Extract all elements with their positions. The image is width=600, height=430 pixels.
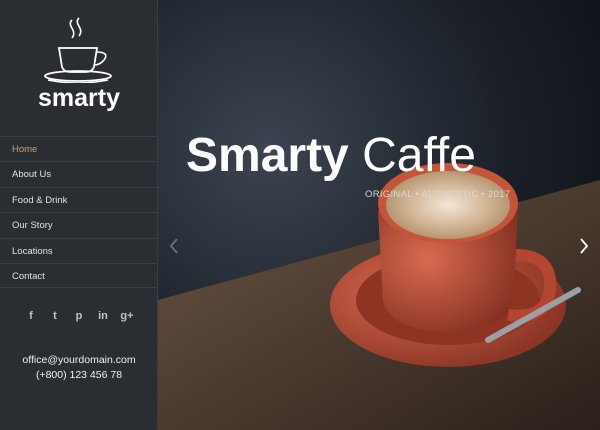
contact-phone: (+800) 123 456 78 bbox=[35, 369, 123, 381]
nav-item-food-drink[interactable]: Food & Drink bbox=[0, 186, 158, 212]
contact-info: office@yourdomain.com (+800) 123 456 78 bbox=[0, 353, 158, 383]
contact-email[interactable]: office@yourdomain.com bbox=[0, 353, 158, 368]
main-nav: Home About Us Food & Drink Our Story Loc… bbox=[0, 136, 158, 289]
chevron-left-icon bbox=[169, 238, 178, 254]
hero-background-image bbox=[158, 0, 600, 430]
logo[interactable]: smarty bbox=[0, 8, 158, 113]
hero-slider: Smarty Caffe ORIGINAL • AUTHENTIC • 2017 bbox=[158, 0, 600, 430]
linkedin-icon[interactable]: in bbox=[94, 307, 112, 325]
slider-next-button[interactable] bbox=[576, 234, 592, 258]
facebook-icon[interactable]: f bbox=[22, 307, 40, 325]
twitter-icon[interactable]: t bbox=[46, 307, 64, 325]
nav-item-contact[interactable]: Contact bbox=[0, 262, 158, 289]
hero-title: Smarty Caffe bbox=[186, 128, 476, 183]
hero-title-light: Caffe bbox=[362, 129, 476, 182]
pinterest-icon[interactable]: p bbox=[70, 307, 88, 325]
sidebar: smarty Home About Us Food & Drink Our St… bbox=[0, 0, 158, 430]
coffee-cup-icon bbox=[44, 17, 112, 84]
logo-text: smarty bbox=[38, 84, 120, 112]
hero-subtitle: ORIGINAL • AUTHENTIC • 2017 bbox=[365, 189, 511, 200]
slider-prev-button[interactable] bbox=[166, 234, 182, 258]
google-plus-icon[interactable]: g+ bbox=[118, 307, 136, 325]
nav-item-our-story[interactable]: Our Story bbox=[0, 212, 158, 237]
social-links: f t p in g+ bbox=[0, 307, 158, 325]
nav-item-home[interactable]: Home bbox=[0, 136, 158, 161]
hero-title-bold: Smarty bbox=[186, 129, 349, 182]
chevron-right-icon bbox=[580, 238, 589, 254]
nav-item-locations[interactable]: Locations bbox=[0, 237, 158, 263]
nav-item-about-us[interactable]: About Us bbox=[0, 161, 158, 186]
